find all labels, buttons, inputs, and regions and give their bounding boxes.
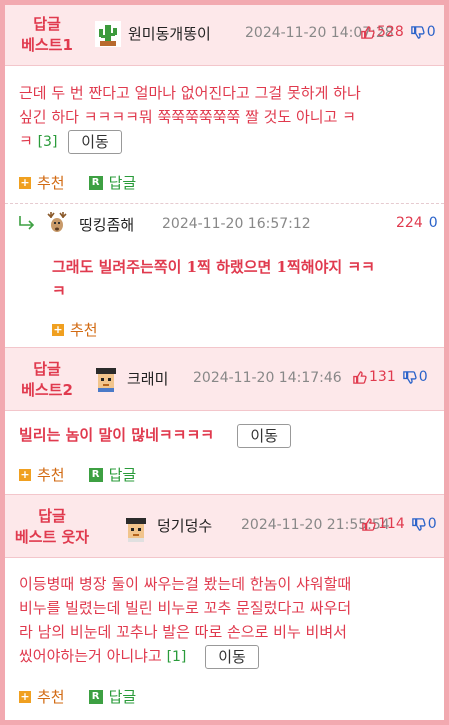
reply-actions: + 추천: [52, 319, 98, 340]
nickname[interactable]: 띵킹좀해: [79, 214, 134, 235]
nickname[interactable]: 크래미: [127, 368, 168, 389]
plus-icon[interactable]: +: [52, 323, 64, 336]
recommend-button[interactable]: 추천: [37, 172, 65, 193]
down-count: 0: [427, 516, 437, 532]
body-line: 싶긴 하다 ㅋㅋㅋㅋ뭐 쭉쭉쭉쭉쭉쭉 짤 것도 아니고 ㅋ: [19, 105, 434, 129]
badge-line2: 베스트1: [21, 36, 73, 54]
vote-area: 528 0: [360, 24, 436, 40]
recommend-button[interactable]: 추천: [70, 319, 98, 340]
comment-body: 빌리는 놈이 말이 많네ㅋㅋㅋㅋ 이동: [19, 423, 434, 448]
thumbs-up-icon[interactable]: [352, 370, 367, 385]
comment-actions: + 추천 R 답글: [19, 172, 136, 193]
reply-button[interactable]: 답글: [109, 686, 137, 707]
comment-actions: + 추천 R 답글: [19, 686, 136, 707]
body-line: 근데 두 번 짠다고 얼마나 없어진다고 그걸 못하게 하나: [19, 84, 361, 102]
thumbs-up-icon[interactable]: [361, 517, 376, 532]
nested-reply-arrow-icon: [19, 216, 35, 230]
comment-body: 이등병때 병장 둘이 싸우는걸 봤는데 한놈이 샤워할때 비누를 빌렸는데 빌린…: [19, 572, 434, 669]
up-count: 131: [369, 369, 396, 385]
reply-r-icon[interactable]: R: [88, 689, 103, 704]
body-line: 라 남의 비눈데 꼬추나 발은 따로 손으로 비누 비벼서: [19, 623, 347, 641]
comment-header: 답글 베스트2 크래미 2024-11-20 14:17:46 131 0: [5, 347, 444, 411]
body-line-text: 씼어야하는거 아니냐고: [19, 647, 162, 665]
body-line-text: 싶긴 하다 ㅋㅋㅋㅋ뭐 쭉쭉쭉쭉쭉쭉 짤 것도 아니고 ㅋ: [19, 108, 356, 126]
badge-line2: 베스트 웃자: [14, 528, 90, 546]
move-button[interactable]: 이동: [237, 423, 291, 448]
reply-button[interactable]: 답글: [109, 464, 137, 485]
reply-button[interactable]: 답글: [109, 172, 137, 193]
body-line: ㅋ: [52, 282, 66, 300]
recommend-button[interactable]: 추천: [37, 686, 65, 707]
move-button[interactable]: 이동: [68, 129, 122, 154]
body-line: 비누를 빌렸는데 빌린 비누로 꼬추 문질렀다고 싸우더: [19, 599, 352, 617]
thumbs-down-icon[interactable]: [411, 517, 426, 532]
deer-avatar-icon[interactable]: [43, 210, 71, 238]
body-line: 씼어야하는거 아니냐고 [1] 이동: [19, 644, 434, 669]
comment-date: 2024-11-20 16:57:12: [162, 216, 311, 232]
vote-area: 131 0: [352, 369, 428, 385]
badge-line1: 답글: [33, 360, 61, 378]
plus-icon[interactable]: +: [19, 176, 31, 189]
down-count: 0: [418, 369, 428, 385]
body-line: ㅋ [3] 이동: [19, 129, 434, 154]
comment-header: 답글 베스트 웃자 덩기덩수 2024-11-20 21:55:54 114 0: [5, 494, 444, 558]
best-badge: 답글 베스트1: [17, 14, 77, 56]
pixel-face-avatar-icon[interactable]: [123, 516, 149, 542]
comment-date: 2024-11-20 14:17:46: [193, 370, 342, 386]
divider: [5, 203, 444, 204]
vote-area: 224 0: [396, 215, 438, 231]
nickname[interactable]: 덩기덩수: [157, 515, 212, 536]
best-badge: 답글 베스트 웃자: [9, 506, 95, 548]
pixel-face-avatar-icon[interactable]: [93, 366, 119, 392]
badge-line2: 베스트2: [21, 381, 73, 399]
comment-body: 근데 두 번 짠다고 얼마나 없어진다고 그걸 못하게 하나 싶긴 하다 ㅋㅋㅋ…: [19, 81, 434, 154]
body-line-text: ㅋ: [19, 132, 33, 150]
thumbs-down-icon[interactable]: [410, 25, 425, 40]
recommend-button[interactable]: 추천: [37, 464, 65, 485]
comment-header: 답글 베스트1 원미동개똥이 2024-11-20 14:07:28 528 0: [5, 5, 444, 66]
plus-icon[interactable]: +: [19, 468, 31, 481]
reply-count[interactable]: [3]: [38, 134, 58, 150]
cactus-avatar-icon[interactable]: [95, 21, 121, 47]
plus-icon[interactable]: +: [19, 690, 31, 703]
comment-actions: + 추천 R 답글: [19, 464, 136, 485]
up-count: 528: [377, 24, 404, 40]
vote-area: 114 0: [361, 516, 437, 532]
body-line-text: 빌리는 놈이 말이 많네ㅋㅋㅋㅋ: [19, 426, 215, 444]
reply-r-icon[interactable]: R: [88, 175, 103, 190]
up-count: 114: [378, 516, 405, 532]
best-badge: 답글 베스트2: [17, 359, 77, 401]
comment-list: 답글 베스트1 원미동개똥이 2024-11-20 14:07:28 528 0…: [5, 5, 444, 720]
reply-body: 그래도 빌려주는쪽이 1찍 하랬으면 1찍해야지 ㅋㅋ ㅋ: [52, 255, 437, 303]
down-count: 0: [426, 24, 436, 40]
reply-r-icon[interactable]: R: [88, 467, 103, 482]
nickname[interactable]: 원미동개똥이: [128, 23, 211, 44]
move-button[interactable]: 이동: [205, 644, 259, 669]
thumbs-up-icon[interactable]: [360, 25, 375, 40]
reply-count[interactable]: [1]: [167, 649, 187, 665]
down-count: 0: [428, 215, 438, 231]
body-line: 이등병때 병장 둘이 싸우는걸 봤는데 한놈이 샤워할때: [19, 575, 352, 593]
body-line: 그래도 빌려주는쪽이 1찍 하랬으면 1찍해야지 ㅋㅋ: [52, 258, 375, 276]
badge-line1: 답글: [38, 507, 66, 525]
thumbs-down-icon[interactable]: [402, 370, 417, 385]
up-count: 224: [396, 215, 423, 231]
badge-line1: 답글: [33, 15, 61, 33]
